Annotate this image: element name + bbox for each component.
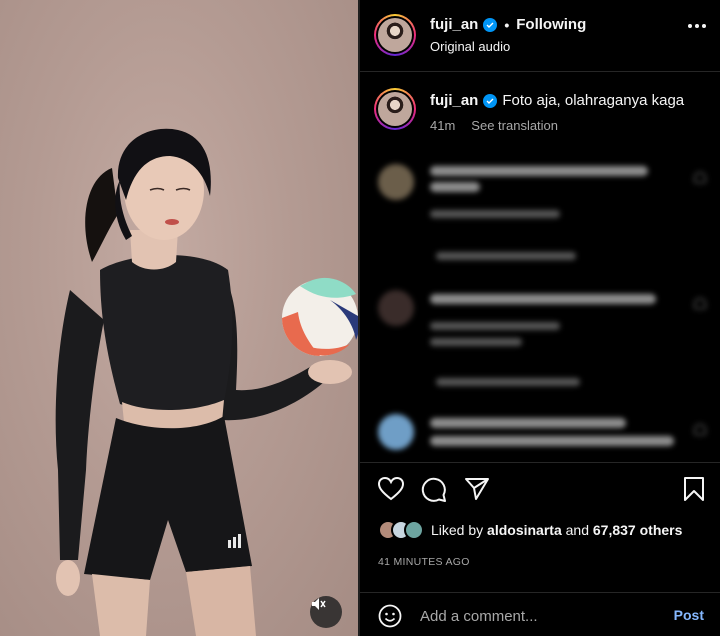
post-comment-button[interactable]: Post <box>674 607 704 623</box>
heart-icon[interactable] <box>377 476 405 506</box>
action-bar <box>360 462 720 514</box>
post-media[interactable] <box>0 0 358 636</box>
author-username[interactable]: fuji_an <box>430 16 478 33</box>
caption-avatar[interactable] <box>374 88 416 130</box>
likes-summary[interactable]: Liked by aldosinarta and 67,837 others <box>378 520 682 540</box>
comment-heart-icon[interactable] <box>694 298 706 309</box>
following-button[interactable]: Following <box>516 16 586 33</box>
comment-avatar <box>378 414 414 450</box>
author-avatar[interactable] <box>374 14 416 56</box>
more-options-icon[interactable] <box>688 24 706 28</box>
verified-badge-icon <box>483 93 498 108</box>
audio-link[interactable]: Original audio <box>430 39 510 54</box>
post-header: fuji_an • Following Original audio <box>360 0 720 72</box>
see-translation-link[interactable]: See translation <box>471 118 558 133</box>
caption-time: 41m <box>430 118 456 133</box>
comment-input[interactable] <box>420 603 640 629</box>
mute-button[interactable] <box>310 596 342 628</box>
comment-heart-icon[interactable] <box>694 424 706 435</box>
caption-username[interactable]: fuji_an <box>430 92 478 109</box>
emoji-icon[interactable] <box>378 604 402 633</box>
post-time-ago: 41 MINUTES AGO <box>378 556 470 568</box>
liked-by-prefix: Liked by <box>431 522 484 538</box>
liked-by-user[interactable]: aldosinarta <box>487 522 562 538</box>
post-details-panel: fuji_an • Following Original audio fuji_… <box>360 0 720 636</box>
comment-bar: Post <box>360 592 720 636</box>
comments-list <box>360 150 720 462</box>
share-icon[interactable] <box>464 477 490 506</box>
separator-dot: • <box>504 16 510 33</box>
liker-avatar <box>404 520 424 540</box>
comment-icon[interactable] <box>421 477 447 508</box>
bookmark-icon[interactable] <box>684 477 704 506</box>
caption-text: Foto aja, olahraganya kaga <box>502 92 685 109</box>
verified-badge-icon <box>483 17 498 32</box>
liked-by-and: and <box>565 522 589 538</box>
comment-heart-icon[interactable] <box>694 172 706 183</box>
comment-avatar <box>378 164 414 200</box>
likes-count[interactable]: 67,837 others <box>593 522 683 538</box>
post-photo <box>55 128 358 636</box>
comment-avatar <box>378 290 414 326</box>
